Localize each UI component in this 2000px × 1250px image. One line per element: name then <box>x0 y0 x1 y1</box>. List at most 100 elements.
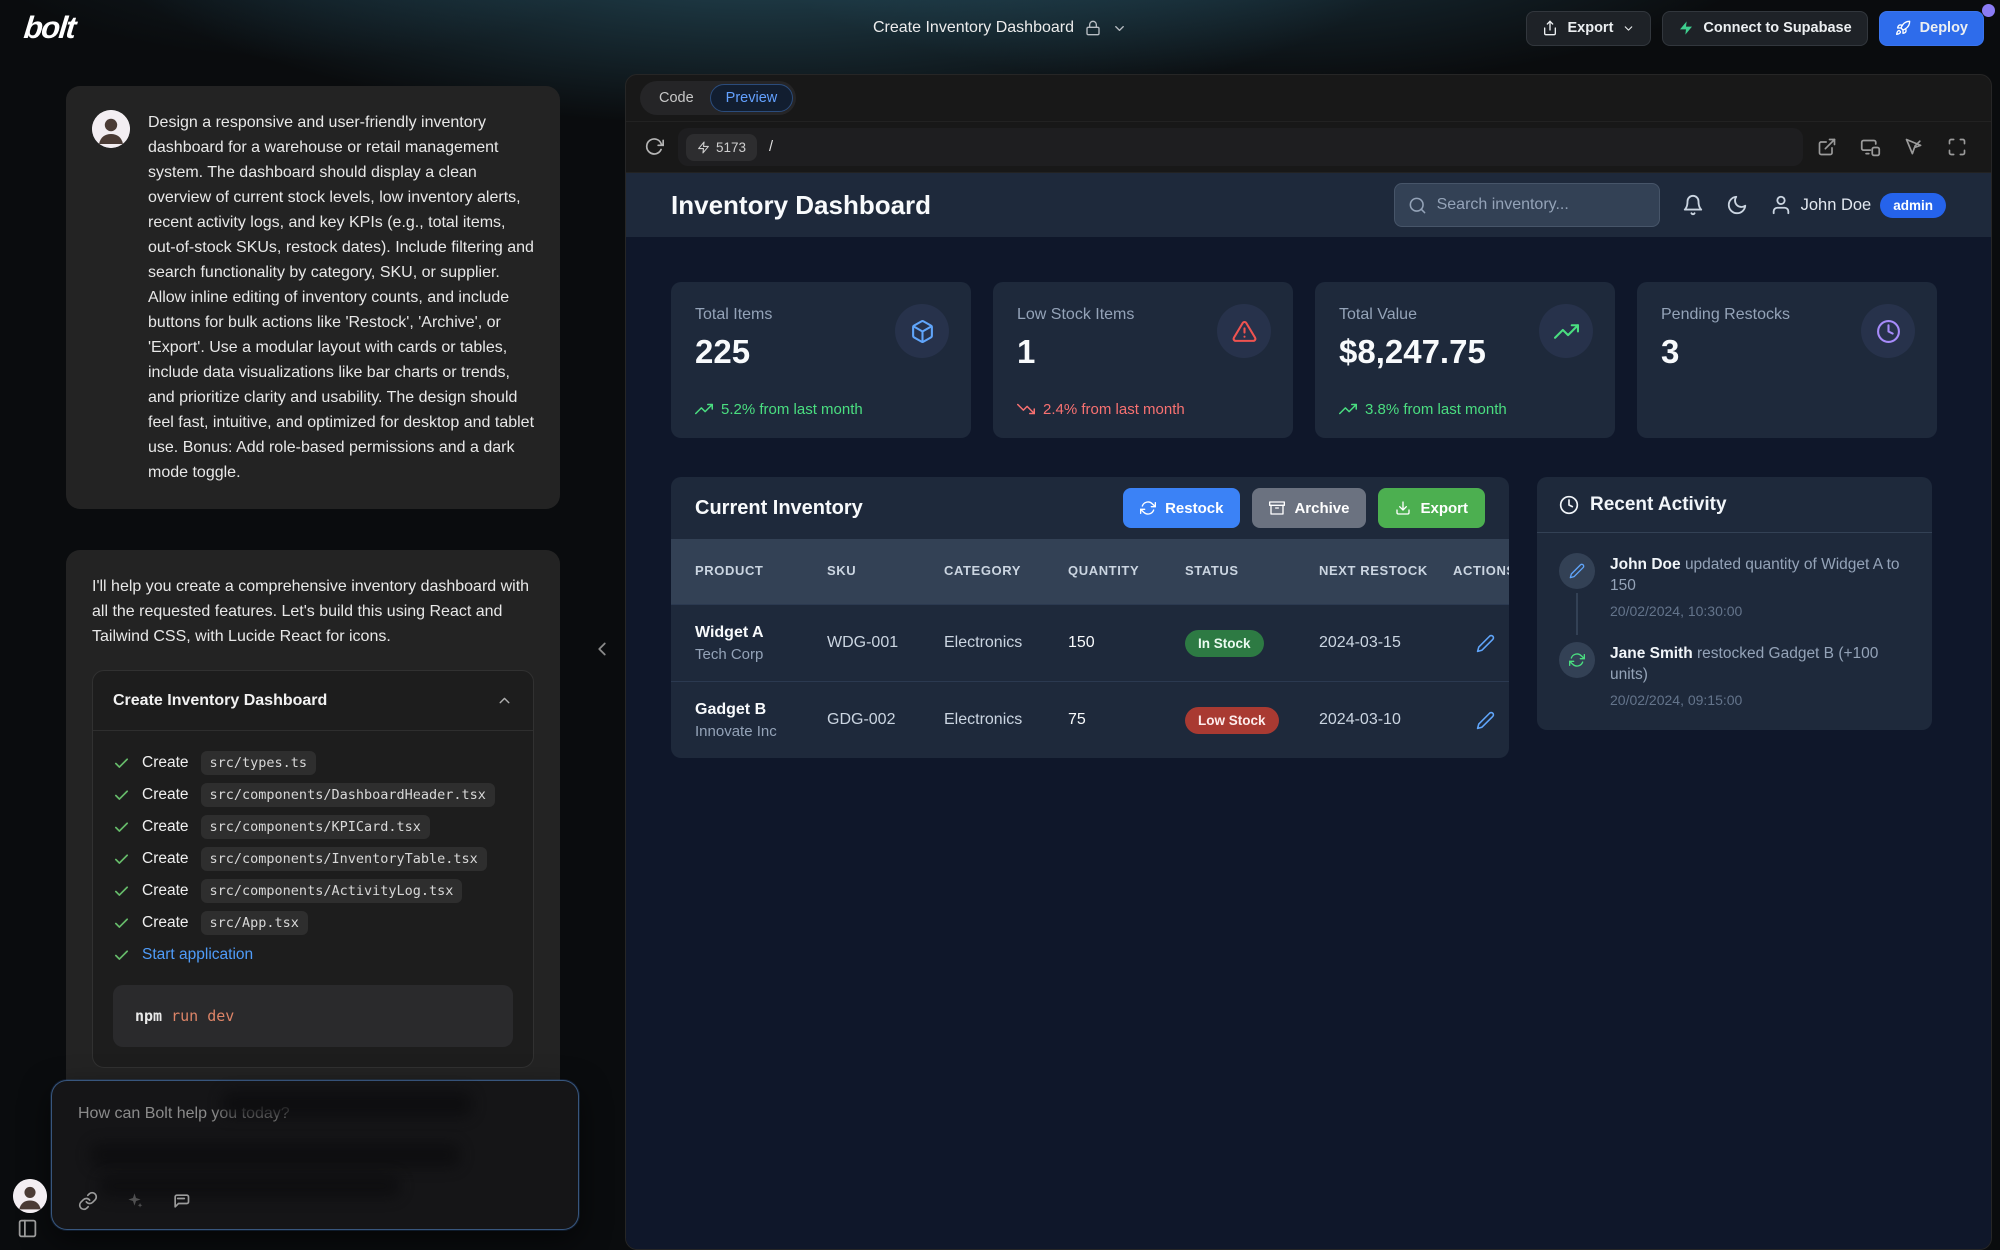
user-name: John Doe <box>1801 196 1872 215</box>
chevron-up-icon <box>496 692 513 709</box>
reload-icon[interactable] <box>644 137 664 157</box>
table-header-row: PRODUCT SKU CATEGORY QUANTITY STATUS NEX… <box>671 539 1509 604</box>
kpi-card-total-items: Total Items 225 5.2% from last month <box>671 282 971 438</box>
build-step: Create src/components/ActivityLog.tsx <box>113 875 513 907</box>
alert-triangle-icon <box>1217 304 1271 358</box>
activity-title: Recent Activity <box>1590 494 1727 516</box>
sidebar-toggle-icon[interactable] <box>17 1218 38 1239</box>
step-file[interactable]: src/types.ts <box>201 751 317 775</box>
cell-next-restock: 2024-03-10 <box>1319 711 1453 729</box>
sparkles-icon[interactable] <box>125 1191 144 1211</box>
column-header-sku: SKU <box>827 562 944 580</box>
trending-up-icon <box>1539 304 1593 358</box>
chevron-down-icon <box>1622 22 1635 35</box>
build-step: Create src/components/DashboardHeader.ts… <box>113 779 513 811</box>
bell-icon[interactable] <box>1682 194 1704 216</box>
bolt-logo[interactable]: bolt <box>14 10 77 46</box>
open-external-icon[interactable] <box>1817 137 1837 157</box>
cell-quantity[interactable]: 75 <box>1068 711 1185 729</box>
export-label: Export <box>1420 500 1468 517</box>
kpi-card-low-stock: Low Stock Items 1 2.4% from last month <box>993 282 1293 438</box>
package-icon <box>895 304 949 358</box>
table-row[interactable]: Widget A Tech Corp WDG-001 Electronics 1… <box>671 604 1509 681</box>
cell-quantity[interactable]: 150 <box>1068 634 1185 652</box>
lock-icon <box>1085 20 1101 36</box>
artifact-collapse-button[interactable] <box>496 692 513 709</box>
rocket-icon <box>1895 20 1911 36</box>
kpi-card-pending-restocks: Pending Restocks 3 <box>1637 282 1937 438</box>
timeline-connector <box>1576 593 1578 635</box>
artifact-card: Create Inventory Dashboard Create src/ty… <box>92 670 534 1068</box>
download-icon <box>1395 500 1411 516</box>
kpi-trend-text: 5.2% from last month <box>721 401 863 418</box>
step-action: Create <box>142 818 189 836</box>
dark-mode-toggle-icon[interactable] <box>1726 194 1748 216</box>
inspector-cursor-icon[interactable] <box>1904 137 1924 157</box>
supabase-icon <box>1678 20 1694 36</box>
port-number: 5173 <box>716 140 746 155</box>
step-file[interactable]: src/components/InventoryTable.tsx <box>201 847 487 871</box>
chat-collapse-handle[interactable] <box>591 638 613 660</box>
archive-button[interactable]: Archive <box>1252 488 1366 528</box>
step-file[interactable]: src/components/KPICard.tsx <box>201 815 430 839</box>
check-icon <box>113 915 130 932</box>
fullscreen-icon[interactable] <box>1947 137 1967 157</box>
link-icon[interactable] <box>78 1191 98 1211</box>
step-file[interactable]: src/components/ActivityLog.tsx <box>201 879 463 903</box>
pencil-icon <box>1559 553 1595 589</box>
step-file[interactable]: src/components/DashboardHeader.tsx <box>201 783 495 807</box>
account-avatar[interactable] <box>13 1179 47 1213</box>
connect-supabase-button[interactable]: Connect to Supabase <box>1662 11 1867 46</box>
status-badge: Low Stock <box>1185 707 1279 734</box>
workbench-tab-bar: Code Preview <box>626 75 1991 121</box>
start-application-step[interactable]: Start application <box>113 939 513 971</box>
export-button[interactable]: Export <box>1526 11 1651 46</box>
archive-icon <box>1269 500 1285 516</box>
build-step: Create src/types.ts <box>113 747 513 779</box>
step-action: Create <box>142 754 189 772</box>
table-row[interactable]: Gadget B Innovate Inc GDG-002 Electronic… <box>671 681 1509 758</box>
share-icon <box>1542 20 1558 36</box>
kpi-trend: 3.8% from last month <box>1339 400 1507 418</box>
check-icon <box>113 819 130 836</box>
cell-category: Electronics <box>944 711 1068 729</box>
preview-viewport: Inventory Dashboard Search inventory... … <box>626 173 1991 1249</box>
cell-category: Electronics <box>944 634 1068 652</box>
search-placeholder: Search inventory... <box>1437 196 1569 214</box>
chat-bubbles-icon[interactable] <box>171 1191 191 1211</box>
product-name: Widget A <box>695 624 827 642</box>
deploy-button[interactable]: Deploy <box>1879 11 1984 46</box>
address-input[interactable]: 5173 / <box>678 128 1803 166</box>
activity-actor: Jane Smith <box>1610 645 1693 662</box>
assistant-intro-text: I'll help you create a comprehensive inv… <box>92 574 534 649</box>
restock-button[interactable]: Restock <box>1123 488 1240 528</box>
column-header-status: STATUS <box>1185 562 1319 580</box>
user-menu[interactable]: John Doe admin <box>1770 193 1946 218</box>
terminal-command: npm <box>135 1007 162 1025</box>
chat-input[interactable]: How can Bolt help you today? <box>51 1080 579 1230</box>
port-pill[interactable]: 5173 <box>686 134 757 161</box>
export-csv-button[interactable]: Export <box>1378 488 1485 528</box>
edit-pencil-icon[interactable] <box>1476 711 1495 730</box>
trending-down-icon <box>1017 400 1035 418</box>
cell-sku: GDG-002 <box>827 711 944 729</box>
build-step: Create src/App.tsx <box>113 907 513 939</box>
step-action: Create <box>142 786 189 804</box>
column-header-quantity: QUANTITY <box>1068 562 1185 580</box>
project-title-menu[interactable]: Create Inventory Dashboard <box>873 19 1127 37</box>
build-step: Create src/components/KPICard.tsx <box>113 811 513 843</box>
kpi-trend-text: 3.8% from last month <box>1365 401 1507 418</box>
tab-code[interactable]: Code <box>643 84 710 112</box>
inventory-search-input[interactable]: Search inventory... <box>1394 183 1660 227</box>
check-icon <box>113 755 130 772</box>
product-supplier: Innovate Inc <box>695 723 827 740</box>
step-action: Create <box>142 850 189 868</box>
responsive-devices-icon[interactable] <box>1860 137 1881 158</box>
check-icon <box>113 851 130 868</box>
tab-preview[interactable]: Preview <box>710 84 794 112</box>
edit-pencil-icon[interactable] <box>1476 634 1495 653</box>
step-file[interactable]: src/App.tsx <box>201 911 308 935</box>
step-action: Create <box>142 914 189 932</box>
workbench-panel: Code Preview 5173 / Inventory Dashboard <box>625 74 1992 1250</box>
view-toggle: Code Preview <box>640 81 796 115</box>
